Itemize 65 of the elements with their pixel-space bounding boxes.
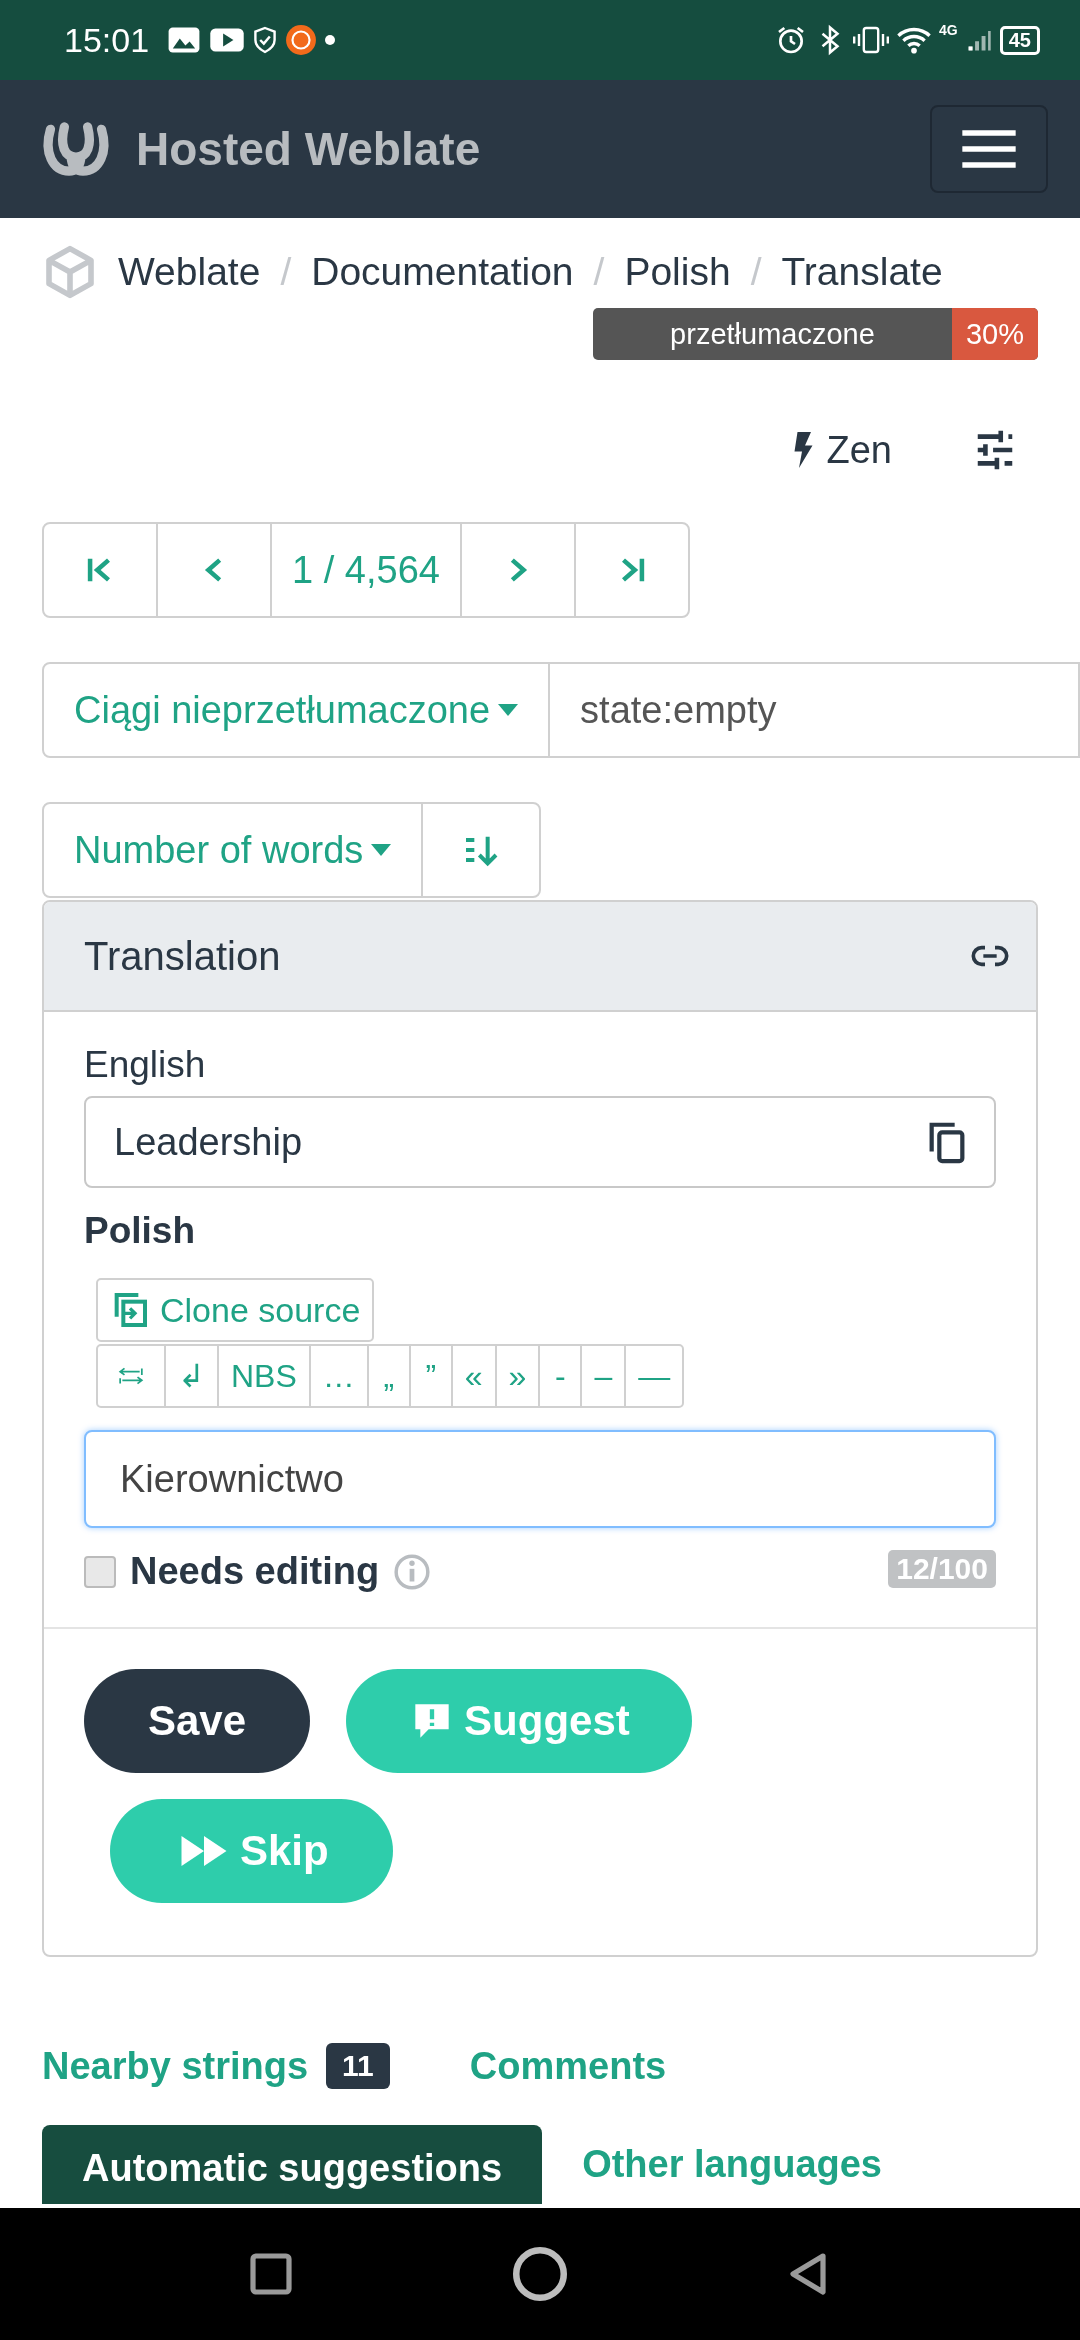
caret-icon (498, 704, 519, 716)
needs-editing-label: Needs editing (130, 1550, 380, 1593)
zen-link[interactable]: Zen (790, 428, 892, 472)
length-counter: 12/100 (888, 1550, 996, 1588)
network-type: 4G (939, 22, 958, 38)
breadcrumb-link[interactable]: Translate (781, 250, 943, 294)
filter-dropdown[interactable]: Ciągi nieprzetłumaczone (42, 662, 551, 758)
suggest-button[interactable]: Suggest (346, 1669, 692, 1773)
tab[interactable]: Nearby strings 11 (0, 2029, 430, 2103)
target-language-label: Polish (84, 1210, 197, 1252)
dot-icon (325, 35, 336, 45)
tab[interactable]: Comments (429, 2029, 707, 2103)
special-character-button[interactable]: – (580, 1344, 627, 1408)
breadcrumb-separator: / (750, 250, 762, 294)
first-button[interactable] (42, 522, 158, 618)
special-character-button[interactable] (96, 1344, 166, 1408)
source-language-label: English (84, 1044, 207, 1086)
tab[interactable]: Automatic suggestions (42, 2125, 543, 2204)
breadcrumb-link[interactable]: Weblate (118, 250, 261, 294)
position-counter[interactable]: 1 / 4,564 (270, 522, 462, 618)
info-icon[interactable] (393, 1552, 432, 1591)
tab[interactable]: Other languages (542, 2125, 922, 2204)
fast-forward-icon (180, 1836, 228, 1866)
special-character-button[interactable]: NBS (217, 1344, 311, 1408)
breadcrumb-separator: / (593, 250, 605, 294)
special-character-button[interactable]: — (624, 1344, 685, 1408)
video-icon (209, 26, 246, 54)
special-character-button[interactable]: … (308, 1344, 369, 1408)
card-title: Translation (84, 933, 281, 979)
translation-field[interactable]: Kierownictwo (84, 1430, 996, 1528)
app-icon (285, 24, 318, 56)
menu-icon (959, 129, 1019, 169)
clone-source-button[interactable]: Clone source (96, 1278, 375, 1342)
source-text: Leadership (114, 1120, 303, 1164)
last-button[interactable] (573, 522, 690, 618)
tab-icon (118, 1367, 144, 1385)
app-title: Hosted Weblate (136, 122, 481, 176)
status-label: przetłumaczone (669, 316, 876, 352)
percent-label: 30% (951, 308, 1038, 360)
sort-direction-button[interactable] (421, 802, 542, 898)
wifi-icon (897, 25, 932, 55)
clock: 15:01 (64, 20, 150, 60)
search-field[interactable]: state:empty (550, 662, 1080, 758)
breadcrumb-link[interactable]: Polish (624, 250, 731, 294)
skip-button[interactable]: Skip (110, 1799, 393, 1903)
needs-editing-checkbox[interactable] (84, 1555, 116, 1588)
sort-dropdown[interactable]: Number of words (42, 802, 424, 898)
breadcrumb-link[interactable]: Documentation (311, 250, 574, 294)
caret-icon (371, 844, 392, 856)
weblate-logo (40, 120, 112, 178)
breadcrumb-separator: / (280, 250, 292, 294)
menu-button[interactable] (930, 105, 1048, 193)
shield-icon (253, 25, 278, 55)
special-character-button[interactable]: ” (408, 1344, 453, 1408)
special-character-button[interactable]: „ (366, 1344, 411, 1408)
save-button[interactable]: Save (84, 1669, 311, 1773)
vibrate-icon (853, 25, 890, 55)
gallery-icon (167, 26, 202, 54)
special-character-button[interactable]: « (450, 1344, 497, 1408)
battery-indicator: 45 (999, 25, 1040, 55)
count-badge: 11 (326, 2043, 390, 2089)
special-character-button[interactable]: ↲ (164, 1344, 219, 1408)
special-character-button[interactable]: - (538, 1344, 583, 1408)
home-icon[interactable] (510, 2244, 570, 2304)
special-character-button[interactable]: » (494, 1344, 541, 1408)
